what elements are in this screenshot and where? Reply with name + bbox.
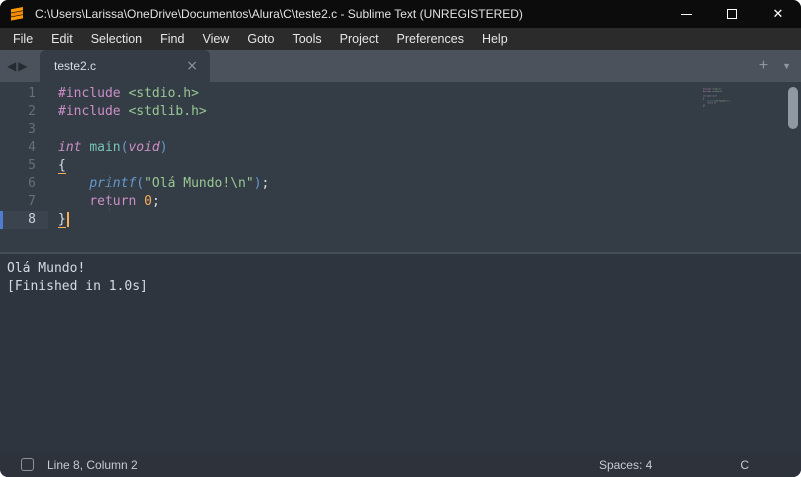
line-number: 8 (0, 211, 48, 229)
line-number: 1 (0, 85, 48, 103)
output-line: [Finished in 1.0s] (7, 278, 801, 296)
line-number: 7 (0, 193, 48, 211)
code-column[interactable]: #include <stdio.h>#include <stdlib.h> int… (48, 82, 801, 252)
panel-toggle-icon[interactable] (21, 458, 34, 471)
close-button[interactable]: ✕ (755, 0, 801, 28)
minimize-button[interactable] (663, 0, 709, 28)
minimize-icon (681, 14, 692, 15)
gutter: 12345678 (0, 82, 48, 252)
line-number: 2 (0, 103, 48, 121)
menu-item-tools[interactable]: Tools (283, 28, 330, 50)
menu-item-selection[interactable]: Selection (82, 28, 151, 50)
line-number: 4 (0, 139, 48, 157)
indent-indicator[interactable]: Spaces: 4 (599, 458, 652, 472)
menu-item-edit[interactable]: Edit (42, 28, 82, 50)
editor-area[interactable]: 12345678 #include <stdio.h>#include <std… (0, 82, 801, 252)
tab-teste2[interactable]: teste2.c × (40, 50, 210, 82)
new-tab-icon[interactable]: + (759, 58, 768, 74)
status-bar: Line 8, Column 2 Spaces: 4 C (0, 452, 801, 477)
code-line: #include <stdlib.h> (703, 90, 708, 92)
code-line[interactable]: return 0; (58, 193, 801, 211)
sublime-window: C:\Users\Larissa\OneDrive\Documentos\Alu… (0, 0, 801, 477)
code-line[interactable]: } (58, 211, 801, 229)
close-icon: ✕ (773, 8, 784, 21)
menu-item-find[interactable]: Find (151, 28, 193, 50)
line-number: 6 (0, 175, 48, 193)
sublime-logo-icon (9, 6, 25, 22)
menu-item-help[interactable]: Help (473, 28, 517, 50)
tab-nav-back-icon[interactable]: ◀ (7, 60, 16, 72)
build-output-panel[interactable]: Olá Mundo! [Finished in 1.0s] (0, 254, 801, 452)
tab-label: teste2.c (54, 59, 186, 73)
code-line[interactable] (58, 121, 801, 139)
output-line: Olá Mundo! (7, 260, 801, 278)
menu-item-project[interactable]: Project (331, 28, 388, 50)
tab-nav-forward-icon[interactable]: ▶ (18, 60, 27, 72)
code-line[interactable]: printf("Olá Mundo!\n"); (58, 175, 801, 193)
code-lines: #include <stdio.h>#include <stdlib.h>int… (703, 88, 708, 107)
syntax-indicator[interactable]: C (740, 458, 749, 472)
maximize-button[interactable] (709, 0, 755, 28)
title-bar: C:\Users\Larissa\OneDrive\Documentos\Alu… (0, 0, 801, 28)
code-line[interactable]: #include <stdio.h> (58, 85, 801, 103)
cursor-position[interactable]: Line 8, Column 2 (47, 458, 138, 472)
window-title: C:\Users\Larissa\OneDrive\Documentos\Alu… (35, 7, 523, 21)
code-line[interactable]: { (58, 157, 801, 175)
text-cursor (67, 212, 69, 227)
menu-item-view[interactable]: View (193, 28, 238, 50)
minimap[interactable]: #include <stdio.h>#include <stdlib.h>int… (703, 88, 739, 248)
tab-close-icon[interactable]: × (186, 59, 198, 73)
maximize-icon (727, 9, 737, 19)
scrollbar[interactable] (788, 87, 798, 129)
code-line: } (703, 104, 708, 106)
code-line[interactable]: int main(void) (58, 139, 801, 157)
menu-item-preferences[interactable]: Preferences (388, 28, 473, 50)
tab-overflow-icon[interactable]: ▼ (782, 62, 791, 71)
menu-item-file[interactable]: File (4, 28, 42, 50)
menu-item-goto[interactable]: Goto (238, 28, 283, 50)
line-number: 5 (0, 157, 48, 175)
code-lines: #include <stdio.h>#include <stdlib.h> int… (58, 85, 801, 229)
code-line[interactable]: #include <stdlib.h> (58, 103, 801, 121)
menu-bar: File Edit Selection Find View Goto Tools… (0, 28, 801, 50)
line-number: 3 (0, 121, 48, 139)
tab-bar: ◀ ▶ teste2.c × + ▼ (0, 50, 801, 82)
indent-guide (109, 175, 110, 211)
